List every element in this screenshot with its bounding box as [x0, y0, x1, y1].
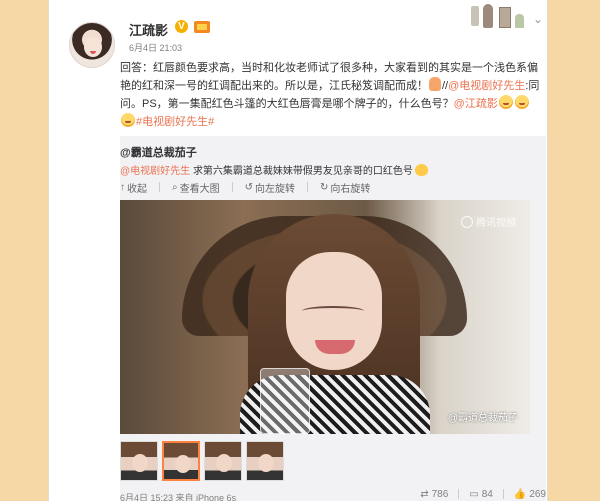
rotate-left-button[interactable]: ↺ 向左旋转: [245, 180, 295, 195]
avatar-face: [84, 37, 102, 57]
zoom-icon: ⌕: [172, 182, 178, 193]
weibo-watermark: @霸道总裁茄子: [447, 413, 518, 424]
mention-link[interactable]: @电视剧好先生: [120, 166, 190, 177]
stats-divider: [502, 489, 504, 499]
rotate-right-button[interactable]: ↻ 向右旋转: [320, 180, 370, 195]
post-body: 回答：红唇颜色要求高，当时和化妆老师试了很多种，大家看到的其实是一个浅色系偏艳的…: [120, 59, 540, 131]
collapse-button[interactable]: ↑ 收起: [120, 180, 147, 195]
thumbnail[interactable]: [120, 441, 158, 481]
comment-count: 84: [481, 489, 493, 500]
chevron-down-icon[interactable]: ⌄: [531, 12, 545, 26]
header-decoration: [463, 4, 529, 30]
like-count: 269: [529, 489, 546, 500]
comment-count-button[interactable]: ▭ 84: [469, 489, 493, 500]
thumb-face: [216, 454, 232, 472]
video-watermark: 腾讯视频: [461, 214, 516, 229]
repost-count: 786: [431, 489, 449, 500]
grin-emoji-icon: [498, 95, 513, 109]
hashtag-link[interactable]: #电视剧好先生#: [136, 116, 214, 128]
rotate-right-icon: ↻: [320, 182, 329, 193]
thumbnail-strip: [120, 441, 284, 481]
thumbnail[interactable]: [246, 441, 284, 481]
view-large-button[interactable]: ⌕ 查看大图: [172, 180, 220, 195]
verified-v-icon: V: [175, 20, 188, 33]
thumb-face: [175, 455, 191, 473]
weibo-post-card: ⌄ 江疏影 V 6月4日 21:03 回答：红唇颜色要求高，当时和化妆老师试了很…: [48, 0, 548, 501]
repost-icon: ⇄: [420, 489, 429, 500]
door-icon: [499, 7, 511, 28]
repost-block: @霸道总裁茄子 @电视剧好先生 求第六集霸道总裁妹妹带假男友见亲哥的口红色号 ↑…: [120, 136, 546, 501]
grin-emoji-icon: [514, 95, 529, 109]
stats-divider: [458, 489, 460, 499]
cat-emoji-icon: [414, 164, 428, 176]
username-link[interactable]: 江疏影: [129, 20, 168, 39]
plant-icon: [515, 14, 524, 28]
play-icon: [461, 215, 473, 228]
video-watermark-text: 腾讯视频: [476, 218, 516, 229]
member-crown-icon[interactable]: [194, 21, 210, 33]
thumbnail-active[interactable]: [162, 441, 200, 481]
rotate-right-label: 向右旋转: [330, 184, 371, 195]
figure-icon: [483, 4, 493, 28]
thumb-face: [132, 454, 148, 472]
mention-link[interactable]: @电视剧好先生: [448, 80, 525, 92]
view-large-label: 查看大图: [179, 184, 220, 195]
mention-link[interactable]: @江疏影: [454, 98, 498, 110]
hand-emoji-icon: [429, 77, 441, 91]
collapse-label: 收起: [127, 184, 147, 195]
repost-count-button[interactable]: ⇄ 786: [420, 489, 448, 500]
avatar[interactable]: [69, 22, 115, 68]
repost-author-link[interactable]: @霸道总裁茄子: [120, 144, 197, 160]
post-timestamp[interactable]: 6月4日 21:03: [129, 41, 182, 54]
collapse-arrow-icon: ↑: [120, 182, 125, 193]
grin-emoji-icon: [121, 113, 135, 127]
repost-text-body: 求第六集霸道总裁妹妹带假男友见亲哥的口红色号: [192, 166, 413, 177]
comment-icon: ▭: [469, 489, 479, 500]
thumbnail[interactable]: [204, 441, 242, 481]
thumb-face: [258, 454, 274, 472]
image-toolbar: ↑ 收起 ⌕ 查看大图 ↺ 向左旋转 ↻ 向右旋转: [120, 180, 370, 195]
repost-time-source[interactable]: 6月4日 15:23 来自 iPhone 6s: [120, 491, 236, 501]
toolbar-divider: [307, 182, 308, 192]
toolbar-divider: [159, 182, 160, 192]
lamp-icon: [471, 6, 479, 26]
like-count-button[interactable]: 👍 269: [514, 489, 546, 500]
thumbs-up-icon: 👍: [513, 489, 527, 500]
rotate-left-icon: ↺: [244, 182, 253, 193]
wine-glass: [260, 368, 310, 434]
repost-text: @电视剧好先生 求第六集霸道总裁妹妹带假男友见亲哥的口红色号: [120, 162, 428, 177]
repost-stats: ⇄ 786 ▭ 84 👍 269: [420, 489, 546, 500]
expanded-image[interactable]: 腾讯视频 @霸道总裁茄子: [120, 200, 530, 434]
rotate-left-label: 向左旋转: [255, 184, 295, 195]
toolbar-divider: [231, 182, 233, 192]
